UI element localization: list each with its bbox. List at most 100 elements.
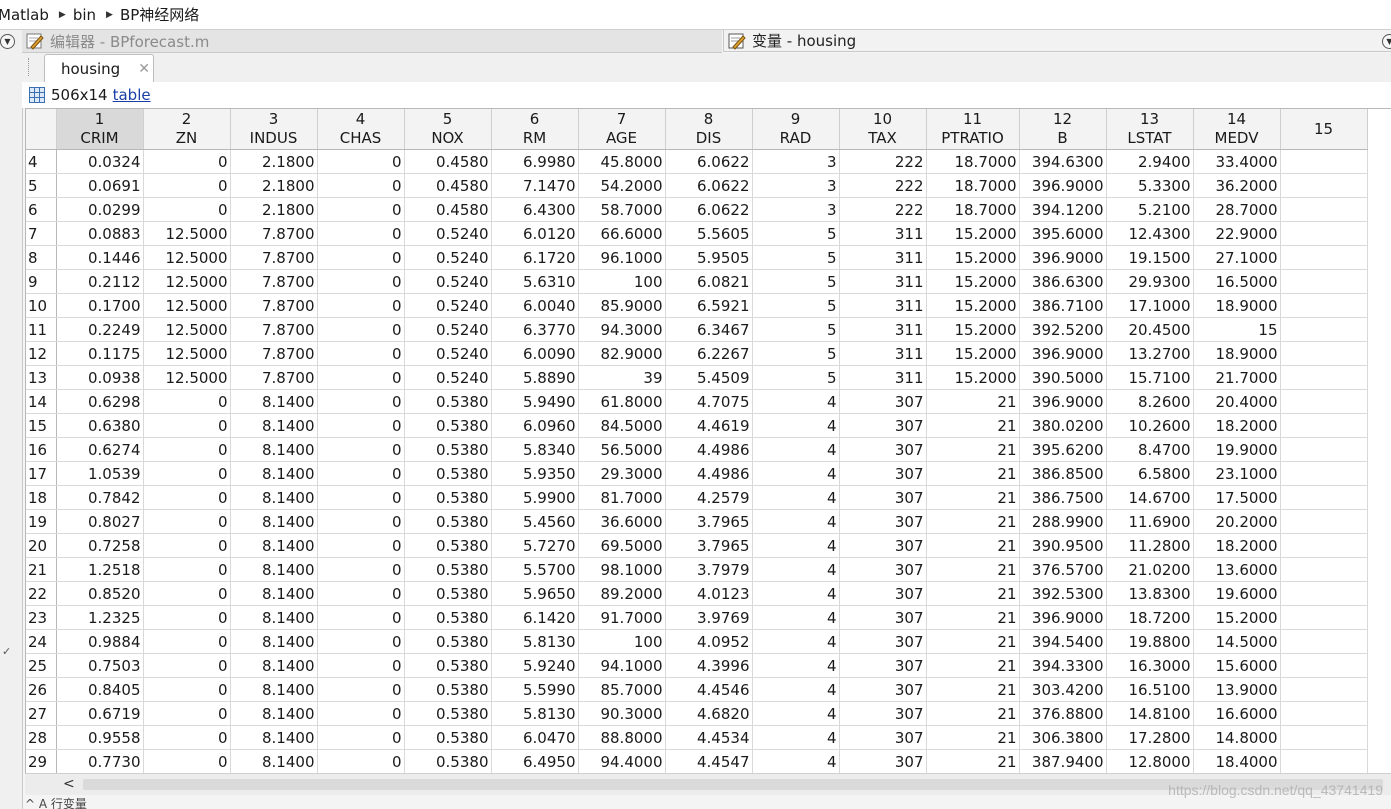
table-cell[interactable]: 222: [839, 173, 927, 198]
table-cell[interactable]: 14.6700: [1106, 485, 1194, 510]
table-cell[interactable]: 311: [839, 269, 927, 294]
table-cell[interactable]: 0: [143, 581, 231, 606]
table-cell[interactable]: 0: [143, 173, 231, 198]
table-cell-empty[interactable]: [1280, 701, 1368, 726]
table-cell-empty[interactable]: [1280, 581, 1368, 606]
table-cell[interactable]: 387.9400: [1019, 749, 1107, 774]
table-cell[interactable]: 307: [839, 677, 927, 702]
table-cell-empty[interactable]: [1280, 677, 1368, 702]
table-cell[interactable]: 0.6298: [56, 389, 144, 414]
table-cell[interactable]: 0.8520: [56, 581, 144, 606]
row-number[interactable]: 17: [26, 461, 57, 486]
row-number[interactable]: 20: [26, 533, 57, 558]
table-cell[interactable]: 0.5240: [404, 365, 492, 390]
table-cell-empty[interactable]: [1280, 437, 1368, 462]
scroll-left-icon[interactable]: <: [63, 776, 75, 792]
table-cell[interactable]: 8.1400: [230, 389, 318, 414]
table-cell[interactable]: 394.5400: [1019, 629, 1107, 654]
table-cell[interactable]: 0.2112: [56, 269, 144, 294]
table-cell[interactable]: 21: [926, 701, 1020, 726]
table-cell[interactable]: 0: [317, 653, 405, 678]
table-cell[interactable]: 4: [752, 581, 840, 606]
table-cell[interactable]: 4.2579: [665, 485, 753, 510]
row-number[interactable]: 25: [26, 653, 57, 678]
table-cell[interactable]: 307: [839, 749, 927, 774]
table-cell[interactable]: 6.0470: [491, 725, 579, 750]
table-cell[interactable]: 8.1400: [230, 749, 318, 774]
row-number[interactable]: 18: [26, 485, 57, 510]
table-cell[interactable]: 18.7200: [1106, 605, 1194, 630]
table-cell-empty[interactable]: [1280, 725, 1368, 750]
table-cell[interactable]: 12.4300: [1106, 221, 1194, 246]
table-cell[interactable]: 394.6300: [1019, 149, 1107, 174]
table-cell[interactable]: 394.1200: [1019, 197, 1107, 222]
table-cell[interactable]: 0: [317, 317, 405, 342]
table-cell[interactable]: 0.5240: [404, 245, 492, 270]
table-cell[interactable]: 12.5000: [143, 245, 231, 270]
table-cell[interactable]: 0: [143, 485, 231, 510]
table-cell[interactable]: 0: [317, 725, 405, 750]
table-cell[interactable]: 2.1800: [230, 173, 318, 198]
table-cell[interactable]: 0.4580: [404, 149, 492, 174]
table-cell[interactable]: 0.5380: [404, 389, 492, 414]
table-cell[interactable]: 8.1400: [230, 725, 318, 750]
table-cell[interactable]: 4: [752, 701, 840, 726]
table-cell-empty[interactable]: [1280, 317, 1368, 342]
table-cell[interactable]: 5.9240: [491, 653, 579, 678]
table-cell[interactable]: 5.4560: [491, 509, 579, 534]
table-cell[interactable]: 394.3300: [1019, 653, 1107, 678]
row-number[interactable]: 19: [26, 509, 57, 534]
table-cell[interactable]: 2.9400: [1106, 149, 1194, 174]
table-cell[interactable]: 0.5380: [404, 677, 492, 702]
table-cell[interactable]: 10.2600: [1106, 413, 1194, 438]
table-cell[interactable]: 6.0120: [491, 221, 579, 246]
table-cell[interactable]: 8.1400: [230, 677, 318, 702]
table-cell[interactable]: 0.5380: [404, 557, 492, 582]
table-cell[interactable]: 88.8000: [578, 725, 666, 750]
table-cell[interactable]: 0.5380: [404, 413, 492, 438]
table-cell[interactable]: 311: [839, 365, 927, 390]
table-cell[interactable]: 21: [926, 485, 1020, 510]
table-cell[interactable]: 27.1000: [1193, 245, 1281, 270]
table-cell[interactable]: 18.7000: [926, 173, 1020, 198]
table-cell[interactable]: 392.5200: [1019, 317, 1107, 342]
table-cell-empty[interactable]: [1280, 341, 1368, 366]
table-cell[interactable]: 5: [752, 245, 840, 270]
table-cell[interactable]: 0: [317, 581, 405, 606]
table-cell[interactable]: 0.5380: [404, 437, 492, 462]
table-cell[interactable]: 303.4200: [1019, 677, 1107, 702]
table-cell[interactable]: 0: [317, 293, 405, 318]
table-cell[interactable]: 66.6000: [578, 221, 666, 246]
table-cell[interactable]: 6.0622: [665, 197, 753, 222]
table-cell[interactable]: 7.8700: [230, 269, 318, 294]
table-cell[interactable]: 5.2100: [1106, 197, 1194, 222]
table-cell-empty[interactable]: [1280, 293, 1368, 318]
table-cell[interactable]: 5: [752, 221, 840, 246]
table-cell[interactable]: 3.7979: [665, 557, 753, 582]
table-cell[interactable]: 8.1400: [230, 485, 318, 510]
table-cell[interactable]: 5: [752, 269, 840, 294]
table-cell[interactable]: 0.5240: [404, 221, 492, 246]
row-number[interactable]: 6: [26, 197, 57, 222]
table-cell[interactable]: 7.8700: [230, 245, 318, 270]
table-cell[interactable]: 396.9000: [1019, 245, 1107, 270]
table-cell[interactable]: 54.2000: [578, 173, 666, 198]
table-cell[interactable]: 6.0960: [491, 413, 579, 438]
table-cell[interactable]: 8.1400: [230, 653, 318, 678]
table-cell[interactable]: 91.7000: [578, 605, 666, 630]
table-cell-empty[interactable]: [1280, 197, 1368, 222]
editor-panel-tab[interactable]: 编辑器 - BPforecast.m: [22, 30, 722, 53]
table-cell[interactable]: 90.3000: [578, 701, 666, 726]
table-cell[interactable]: 8.4700: [1106, 437, 1194, 462]
table-cell[interactable]: 288.9900: [1019, 509, 1107, 534]
table-cell[interactable]: 39: [578, 365, 666, 390]
table-cell[interactable]: 0: [317, 245, 405, 270]
table-cell[interactable]: 21: [926, 461, 1020, 486]
table-cell[interactable]: 15.6000: [1193, 653, 1281, 678]
table-cell[interactable]: 12.5000: [143, 317, 231, 342]
table-cell[interactable]: 15.2000: [926, 293, 1020, 318]
table-cell[interactable]: 0: [143, 437, 231, 462]
table-cell-empty[interactable]: [1280, 533, 1368, 558]
table-cell[interactable]: 5.8130: [491, 701, 579, 726]
table-cell-empty[interactable]: [1280, 269, 1368, 294]
